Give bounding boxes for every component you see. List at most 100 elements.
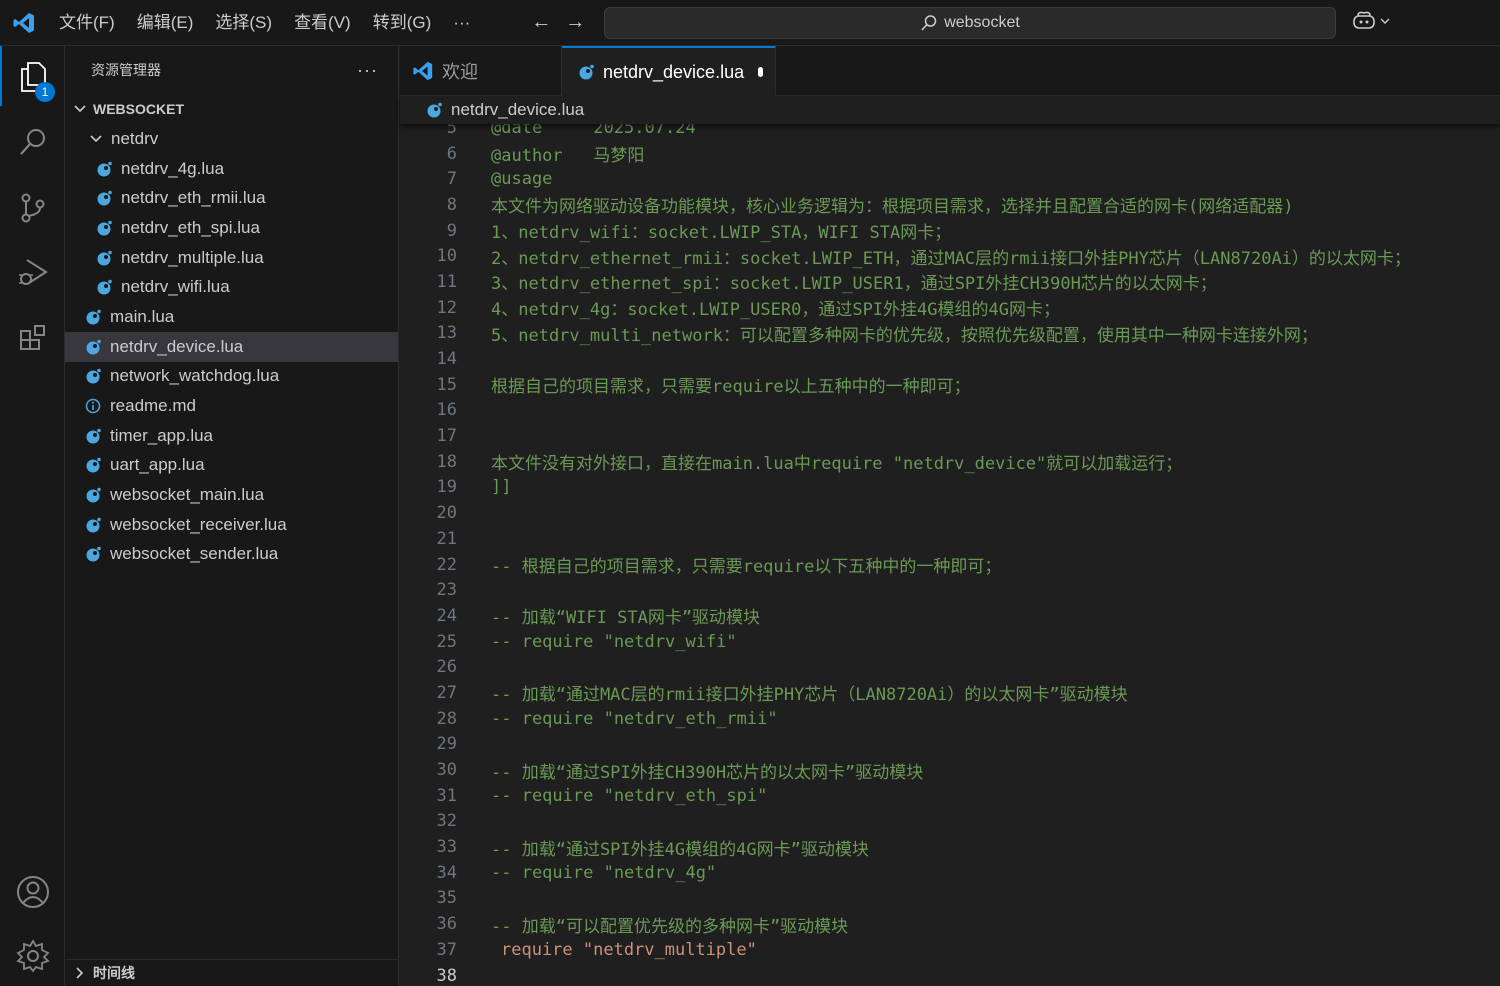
settings-gear-icon	[15, 939, 50, 973]
line-number: 16	[436, 400, 457, 421]
file-tree-item[interactable]: timer_app.lua	[65, 421, 398, 451]
workspace-name: WEBSOCKET	[93, 101, 184, 117]
command-center-search[interactable]: websocket	[604, 7, 1336, 39]
menu-edit[interactable]: 编辑(E)	[126, 0, 205, 46]
navigation-arrows: ← →	[531, 11, 585, 34]
file-tree-item[interactable]: websocket_receiver.lua	[65, 510, 398, 540]
menu-bar: 文件(F) 编辑(E) 选择(S) 查看(V) 转到(G) ···	[48, 0, 481, 46]
file-tree-item[interactable]: netdrv_device.lua	[65, 331, 398, 362]
file-label: network_watchdog.lua	[110, 366, 280, 386]
code-line: 24 -- 加载“WIFI STA网卡”驱动模块	[400, 603, 1500, 629]
chevron-down-icon	[1380, 18, 1390, 24]
file-tree-item[interactable]: main.lua	[65, 302, 398, 332]
line-number: 26	[436, 657, 457, 678]
activity-source-control[interactable]	[0, 178, 65, 238]
file-tree-item[interactable]: websocket_main.lua	[65, 480, 398, 510]
lua-file-icon	[86, 517, 101, 533]
editor-tab-bar: 欢迎 netdrv_device.lua	[400, 46, 1500, 96]
account-icon	[16, 876, 49, 908]
activity-run-debug[interactable]	[0, 242, 65, 302]
file-label: netdrv_4g.lua	[121, 158, 225, 178]
code-line: 5 @date 2025.07.24	[400, 124, 1500, 141]
activity-extensions[interactable]	[0, 308, 65, 368]
code-editor[interactable]: 5 @date 2025.07.24 6 @author 马梦阳 7 @usage 8 本文件…	[400, 124, 1500, 986]
source-control-icon	[21, 193, 44, 223]
lua-file-icon	[579, 64, 594, 80]
line-number: 32	[436, 811, 457, 832]
menu-more[interactable]: ···	[442, 0, 481, 46]
file-tree-item[interactable]: uart_app.lua	[65, 451, 398, 481]
copilot-button[interactable]	[1352, 10, 1390, 32]
code-text: -- 加载“可以配置优先级的多种网卡”驱动模块	[491, 916, 849, 937]
file-tree-item[interactable]: netdrv_multiple.lua	[65, 243, 398, 273]
code-line: 19]]	[400, 475, 1500, 501]
vscode-logo-icon	[0, 0, 48, 46]
tab-netdrv-device[interactable]: netdrv_device.lua	[562, 46, 776, 96]
code-line: 27 -- 加载“通过MAC层的rmii接口外挂PHY芯片（LAN8720Ai）的…	[400, 680, 1500, 706]
explorer-more-actions[interactable]: ···	[357, 60, 378, 81]
line-number: 38	[436, 965, 457, 986]
code-line: 25 -- require "netdrv_wifi"	[400, 629, 1500, 655]
lua-file-icon	[86, 458, 101, 473]
code-text: -- require "netdrv_4g"	[491, 862, 717, 883]
copilot-icon	[1353, 11, 1375, 29]
search-icon	[19, 129, 45, 155]
tab-label: 欢迎	[442, 62, 478, 82]
lua-file-icon	[97, 161, 112, 177]
file-tree-item[interactable]: websocket_sender.lua	[65, 540, 398, 570]
file-tree-item[interactable]: network_watchdog.lua	[65, 362, 398, 392]
chevron-down-icon	[74, 105, 86, 113]
line-number: 7	[446, 169, 457, 190]
back-arrow-icon[interactable]: ←	[531, 11, 551, 34]
code-line: 8 本文件为网络驱动设备功能模块，核心业务逻辑为：根据项目需求，选择并且配置合适的…	[400, 192, 1500, 218]
unsaved-dot-icon[interactable]	[758, 67, 763, 77]
code-text: 5、netdrv_multi_network：可以配置多种网卡的优先级，按照优先…	[491, 325, 1318, 346]
code-text: -- 加载“通过SPI外挂4G模组的4G网卡”驱动模块	[491, 839, 869, 860]
breadcrumb-file[interactable]: netdrv_device.lua	[451, 100, 584, 120]
menu-file[interactable]: 文件(F)	[48, 0, 126, 46]
activity-search[interactable]	[0, 112, 65, 172]
lua-file-icon	[86, 309, 101, 325]
activity-accounts[interactable]	[0, 862, 65, 922]
line-number: 34	[436, 862, 457, 883]
file-tree-item[interactable]: netdrv_eth_spi.lua	[65, 213, 398, 243]
timeline-section-header[interactable]: 时间线	[65, 959, 399, 986]
line-number: 29	[436, 734, 457, 755]
activity-explorer[interactable]: 1	[0, 46, 65, 106]
file-tree-item[interactable]: netdrv_eth_rmii.lua	[65, 183, 398, 213]
menu-go[interactable]: 转到(G)	[362, 0, 443, 46]
breadcrumb: netdrv_device.lua	[400, 96, 1500, 124]
code-line: 28 -- require "netdrv_eth_rmii"	[400, 706, 1500, 732]
lua-file-icon	[97, 220, 112, 236]
menu-selection[interactable]: 选择(S)	[204, 0, 283, 46]
code-line: 10 2、netdrv_ethernet_rmii：socket.LWIP_ETH…	[400, 243, 1500, 269]
file-tree-item[interactable]: netdrv_4g.lua	[65, 154, 398, 184]
folder-label: netdrv	[111, 128, 159, 148]
line-number: 18	[436, 451, 457, 472]
menu-view[interactable]: 查看(V)	[283, 0, 362, 46]
search-icon	[921, 15, 937, 31]
workspace-section-header[interactable]: WEBSOCKET	[65, 94, 398, 124]
file-label: netdrv_eth_spi.lua	[121, 217, 260, 237]
code-text: @usage	[491, 169, 553, 190]
file-tree-item[interactable]: readme.md	[65, 391, 398, 421]
code-text: 本文件没有对外接口，直接在main.lua中require "netdrv_de…	[491, 454, 1183, 475]
extensions-icon	[19, 325, 45, 350]
folder-netdrv[interactable]: netdrv	[65, 124, 398, 154]
file-label: readme.md	[110, 396, 196, 416]
line-number: 20	[436, 503, 457, 524]
code-text: -- require "netdrv_eth_rmii"	[491, 708, 778, 729]
file-label: main.lua	[110, 306, 175, 326]
lua-file-icon	[97, 250, 112, 266]
line-number: 27	[436, 682, 457, 703]
tab-welcome[interactable]: 欢迎	[400, 46, 562, 96]
file-tree-item[interactable]: netdrv_wifi.lua	[65, 272, 398, 302]
activity-bar: 1	[0, 46, 65, 986]
code-line: 16	[400, 398, 1500, 424]
code-line: 29	[400, 732, 1500, 758]
code-line: 33 -- 加载“通过SPI外挂4G模组的4G网卡”驱动模块	[400, 834, 1500, 860]
code-text: 根据自己的项目需求，只需要require以上五种中的一种即可；	[491, 377, 971, 398]
activity-manage[interactable]	[0, 926, 65, 986]
file-label: websocket_main.lua	[110, 485, 265, 505]
forward-arrow-icon[interactable]: →	[565, 11, 585, 34]
